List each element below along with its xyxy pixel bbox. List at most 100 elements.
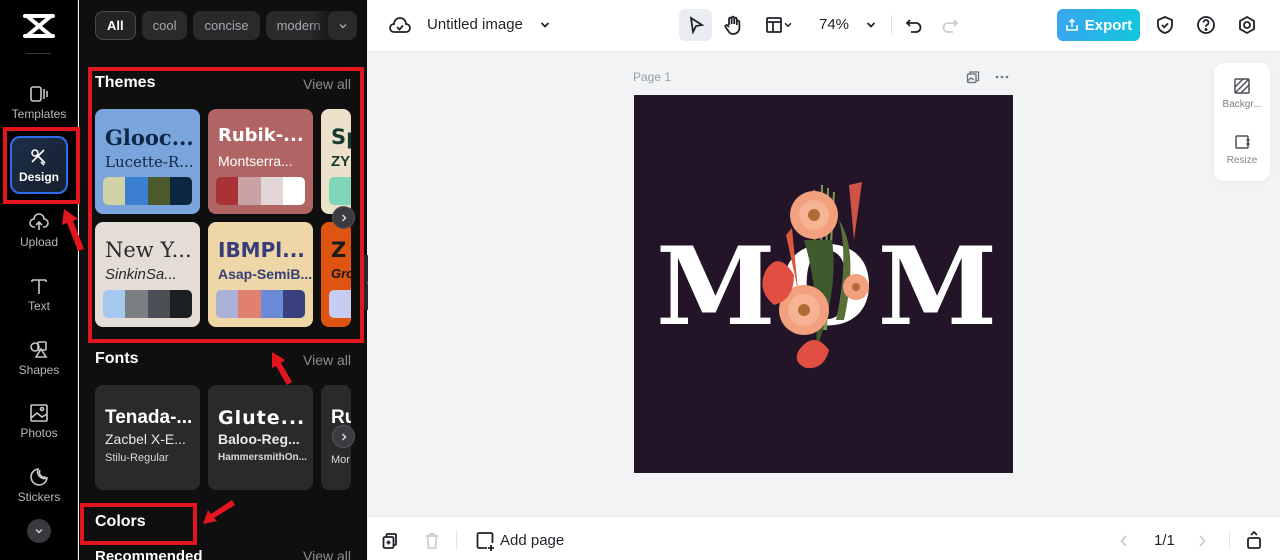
bottom-bar: Add page 1/1 [368,516,1280,560]
duplicate-page-bottom-button[interactable] [380,531,400,551]
themes-view-all-link[interactable]: View all [303,76,351,92]
palette-swatch [238,290,261,318]
colors-view-all-link[interactable]: View all [303,548,351,560]
palette-swatch [260,177,283,205]
add-page-icon-button[interactable] [474,530,496,552]
theme-card-heading: Z [331,238,347,262]
palette-swatch [125,177,148,205]
select-tool-button[interactable] [679,9,712,41]
title-dropdown-button[interactable] [536,16,554,34]
background-icon [1234,78,1250,94]
rail-item-text[interactable]: Text [6,266,72,322]
theme-card-subheading: Lucette-R... [105,153,194,171]
fonts-next-button[interactable] [332,425,355,448]
rail-item-shapes[interactable]: Shapes [6,330,72,386]
theme-card-subheading: SinkinSa... [105,266,177,283]
expand-pages-button[interactable] [1243,529,1265,551]
palette-swatch [260,290,283,318]
theme-card-palette [329,177,351,205]
help-button[interactable] [1194,13,1218,37]
cloud-sync-button[interactable] [388,14,412,38]
rail-item-design[interactable]: Design [10,136,68,194]
export-button[interactable]: Export [1057,9,1140,41]
zoom-dropdown-button[interactable] [862,16,880,34]
palette-swatch [169,177,192,205]
palette-swatch [216,177,239,205]
gerbera-top [790,191,838,239]
capcut-logo-icon[interactable] [22,12,56,40]
chip-cool[interactable]: cool [141,11,188,40]
side-tool-label: Resize [1226,155,1258,166]
duplicate-page-icon [382,533,397,549]
rail-item-photos[interactable]: Photos [6,393,72,449]
pointer-icon [689,16,704,34]
canvas-area: Page 1 MOM [368,53,1280,515]
chevron-left-icon [1120,535,1127,547]
palette-swatch [103,177,126,205]
hand-tool-button[interactable] [720,12,746,38]
security-button[interactable] [1153,13,1177,37]
duplicate-page-button[interactable] [964,68,982,86]
rail-item-label: Design [18,169,59,184]
theme-card[interactable]: Sp ZY [321,109,351,214]
theme-card[interactable]: IBMPl... Asap-SemiB... [208,222,313,327]
chevron-down-icon [866,22,876,28]
palette-swatch [103,290,126,318]
cloud-check-icon [389,17,411,33]
resize-icon [1235,135,1251,149]
rail-more-button[interactable] [27,519,51,543]
chips-expand-button[interactable] [328,11,357,40]
zoom-level[interactable]: 74% [819,16,849,33]
rail-item-upload[interactable]: Upload [6,202,72,258]
document-title[interactable]: Untitled image [427,16,523,33]
export-icon [1065,18,1078,31]
palette-swatch [282,290,305,318]
palette-swatch [329,177,351,205]
bottom-divider [456,530,457,550]
undo-icon [905,19,922,33]
prev-page-button[interactable] [1116,531,1132,551]
font-card[interactable]: Glute... Baloo-Reg... HammersmithOn... [208,385,313,490]
theme-card[interactable]: Rubik-... Montserra... [208,109,313,214]
photos-icon [30,403,48,422]
artboard[interactable]: MOM [634,95,1013,473]
side-tools-panel: Backgr... Resize [1214,63,1270,181]
fonts-title: Fonts [95,350,139,367]
fonts-view-all-link[interactable]: View all [303,352,351,368]
chip-concise[interactable]: concise [193,11,260,40]
theme-card-heading: Sp [331,125,351,149]
flower-bouquet-image[interactable] [744,180,894,370]
chevron-down-icon [540,22,550,28]
theme-card-heading: IBMPl... [218,238,305,262]
redo-button[interactable] [938,14,962,38]
background-tool-button[interactable]: Backgr... [1214,77,1270,110]
palette-swatch [147,290,170,318]
rail-item-label: Shapes [18,362,60,377]
font-card[interactable]: Tenada-... Zacbel X-E... Stilu-Regular [95,385,200,490]
theme-card[interactable]: Glooc... Lucette-R... [95,109,200,214]
theme-card[interactable]: Z Gro [321,222,351,327]
delete-page-button[interactable] [422,531,442,551]
layout-menu-button[interactable] [761,13,797,37]
page-label: Page 1 [633,70,672,84]
add-page-button[interactable]: Add page [500,532,564,549]
next-page-button[interactable] [1194,531,1210,551]
theme-card[interactable]: New Y... SinkinSa... [95,222,200,327]
chip-all[interactable]: All [95,11,136,40]
theme-card-subheading: Montserra... [218,153,293,169]
settings-button[interactable] [1235,13,1259,37]
undo-button[interactable] [902,14,926,38]
hand-icon [724,15,741,35]
rail-item-templates[interactable]: Templates [6,74,72,130]
rail-item-label: Stickers [17,489,61,504]
design-panel: All cool concise modern Themes View all … [79,0,367,560]
stickers-icon [30,467,48,486]
themes-next-button[interactable] [332,206,355,229]
page-counter: 1/1 [1154,532,1175,549]
rail-item-stickers[interactable]: Stickers [6,457,72,513]
resize-tool-button[interactable]: Resize [1214,133,1270,166]
add-page-icon [476,532,494,551]
page-more-button[interactable] [992,68,1012,86]
left-rail: Templates Design Upload Text Shapes Phot… [0,0,78,560]
theme-card-heading: New Y... [105,238,192,262]
